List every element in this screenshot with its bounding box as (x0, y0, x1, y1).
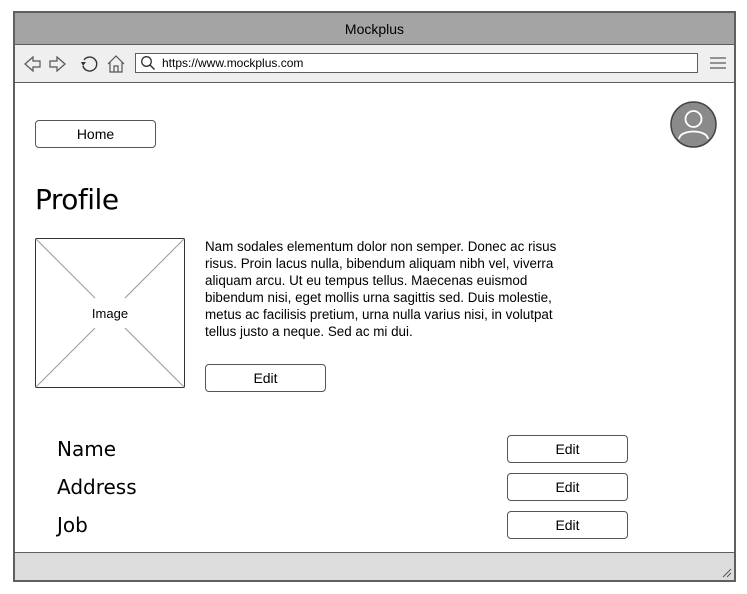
home-button[interactable]: Home (35, 120, 156, 148)
image-placeholder: Image (35, 238, 185, 388)
field-label-job: Job (57, 513, 88, 537)
user-avatar-icon[interactable] (670, 101, 717, 148)
job-edit-button[interactable]: Edit (507, 511, 628, 539)
image-placeholder-label: Image (91, 306, 129, 321)
status-bar (15, 552, 734, 580)
name-edit-button[interactable]: Edit (507, 435, 628, 463)
browser-window: Mockplus Home (13, 11, 736, 582)
browser-toolbar (15, 45, 734, 83)
window-titlebar: Mockplus (15, 13, 734, 45)
bio-edit-button[interactable]: Edit (205, 364, 326, 392)
url-input[interactable] (162, 56, 682, 70)
search-icon (141, 56, 156, 71)
home-icon[interactable] (106, 54, 126, 74)
hamburger-menu-icon[interactable] (710, 56, 726, 70)
back-arrow-icon[interactable] (23, 54, 43, 74)
page-title: Profile (35, 183, 119, 216)
forward-arrow-icon[interactable] (47, 54, 67, 74)
page-content: Home Profile Image Nam sodales elementum… (15, 83, 734, 552)
field-label-name: Name (57, 437, 117, 461)
field-label-address: Address (57, 475, 137, 499)
window-title: Mockplus (344, 20, 405, 37)
profile-bio: Nam sodales elementum dolor non semper. … (205, 239, 557, 339)
resize-grip-icon[interactable] (720, 566, 732, 578)
address-bar[interactable] (135, 53, 698, 73)
address-edit-button[interactable]: Edit (507, 473, 628, 501)
reload-icon[interactable] (79, 54, 99, 74)
